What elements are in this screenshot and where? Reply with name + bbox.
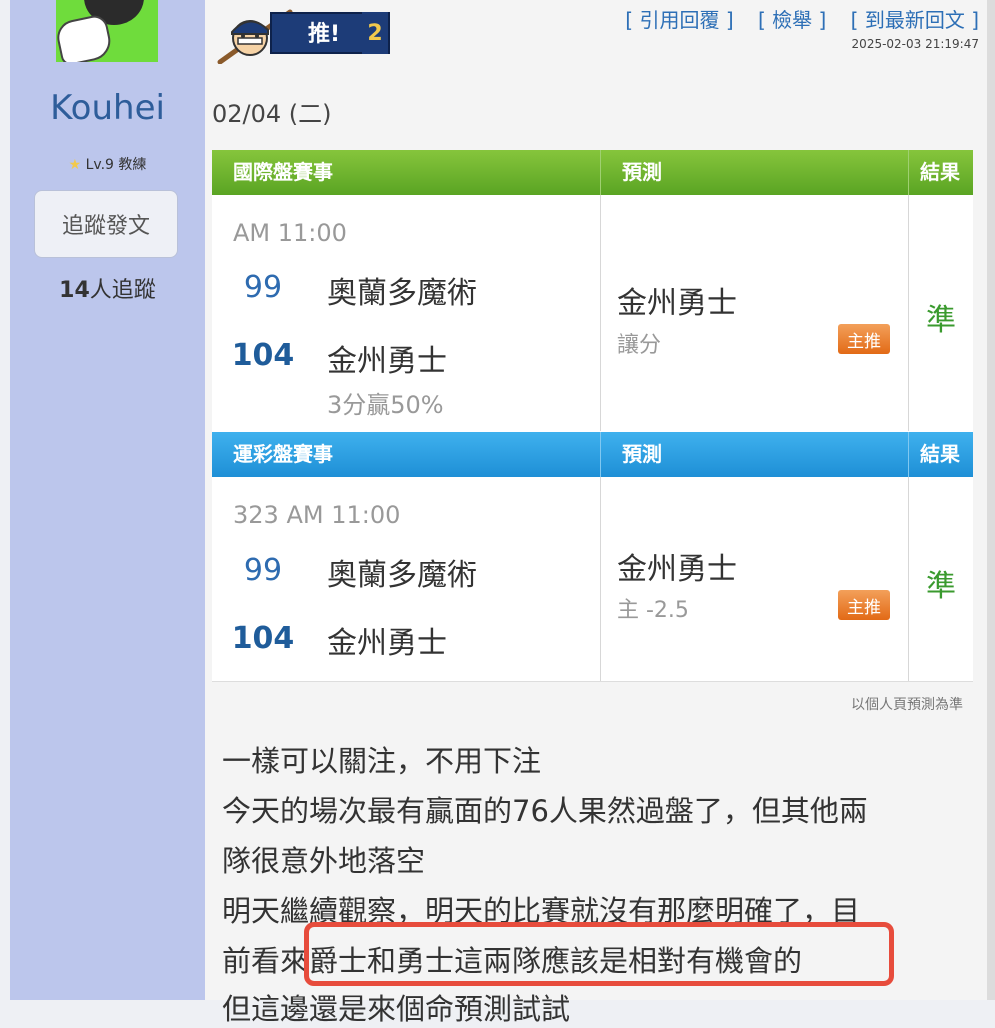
lottery-featured-badge: 主推 bbox=[838, 590, 890, 620]
avatar[interactable] bbox=[56, 0, 158, 62]
lottery-home-score: 104 bbox=[231, 621, 295, 656]
quote-reply-link[interactable]: [ 引用回覆 ] bbox=[625, 8, 733, 32]
international-pick-header: 預測 bbox=[622, 160, 662, 184]
lottery-header-title: 運彩盤賽事 bbox=[233, 442, 333, 466]
body-line: 今天的場次最有贏面的76人果然過盤了，但其他兩 bbox=[222, 794, 868, 828]
international-result: 準 bbox=[926, 303, 956, 338]
username[interactable]: Kouhei bbox=[10, 88, 205, 128]
highlight-box bbox=[304, 922, 894, 986]
lottery-home-team: 金州勇士 bbox=[327, 626, 447, 661]
user-level-text: Lv.9 教練 bbox=[85, 157, 147, 173]
user-sidebar bbox=[10, 0, 205, 1000]
international-away-team: 奧蘭多魔術 bbox=[327, 276, 477, 311]
international-game-time: AM 11:00 bbox=[233, 219, 347, 247]
divider bbox=[600, 432, 601, 477]
latest-reply-link[interactable]: [ 到最新回文 ] bbox=[851, 8, 979, 32]
pointing-hand-icon bbox=[56, 13, 115, 62]
lottery-pick-type: 主 -2.5 bbox=[617, 598, 689, 623]
divider bbox=[600, 477, 601, 681]
international-pick-type: 讓分 bbox=[617, 333, 662, 358]
scrollbar[interactable] bbox=[987, 0, 995, 1000]
follow-button[interactable]: 追蹤發文 bbox=[34, 190, 178, 258]
divider bbox=[600, 195, 601, 431]
post-timestamp: 2025-02-03 21:19:47 bbox=[851, 37, 979, 51]
followers-suffix: 人追蹤 bbox=[89, 278, 156, 303]
divider bbox=[600, 150, 601, 195]
push-label: 推! bbox=[308, 22, 341, 47]
lottery-result: 準 bbox=[926, 569, 956, 604]
user-level: ★ Lv.9 教練 bbox=[10, 154, 205, 174]
lottery-away-team: 奧蘭多魔術 bbox=[327, 558, 477, 593]
international-away-score: 99 bbox=[243, 270, 283, 305]
star-icon: ★ bbox=[68, 157, 82, 173]
international-note: 3分贏50% bbox=[327, 391, 444, 419]
lottery-game-time: 323 AM 11:00 bbox=[233, 501, 401, 529]
divider bbox=[908, 195, 909, 431]
post-date: 02/04 (二) bbox=[212, 100, 332, 128]
followers-number: 14 bbox=[59, 278, 90, 303]
divider bbox=[908, 432, 909, 477]
disclaimer: 以個人頁預測為準 bbox=[851, 697, 963, 713]
lottery-header: 運彩盤賽事 預測 結果 bbox=[212, 432, 973, 477]
international-home-score: 104 bbox=[231, 338, 295, 373]
body-line: 但這邊還是來個命預測試試 bbox=[222, 992, 571, 1026]
international-header: 國際盤賽事 預測 結果 bbox=[212, 150, 973, 195]
international-featured-badge: 主推 bbox=[838, 324, 890, 354]
international-home-team: 金州勇士 bbox=[327, 344, 447, 379]
lottery-result-header: 結果 bbox=[920, 442, 960, 466]
push-button[interactable]: 推! 2 bbox=[216, 6, 390, 64]
international-header-title: 國際盤賽事 bbox=[233, 160, 333, 184]
body-line: 隊很意外地落空 bbox=[222, 844, 426, 878]
body-line: 一樣可以關注，不用下注 bbox=[222, 744, 542, 778]
divider bbox=[908, 477, 909, 681]
international-pick-team: 金州勇士 bbox=[617, 286, 737, 321]
followers-count: 14人追蹤 bbox=[10, 272, 205, 304]
card-bottom-border bbox=[212, 681, 973, 682]
lottery-pick-header: 預測 bbox=[622, 442, 662, 466]
lottery-pick-team: 金州勇士 bbox=[617, 552, 737, 587]
divider bbox=[908, 150, 909, 195]
push-count: 2 bbox=[362, 12, 388, 54]
post-actions: [ 引用回覆 ] [ 檢舉 ] [ 到最新回文 ] bbox=[607, 4, 979, 33]
lottery-away-score: 99 bbox=[243, 553, 283, 588]
report-link[interactable]: [ 檢舉 ] bbox=[758, 8, 826, 32]
international-result-header: 結果 bbox=[920, 160, 960, 184]
